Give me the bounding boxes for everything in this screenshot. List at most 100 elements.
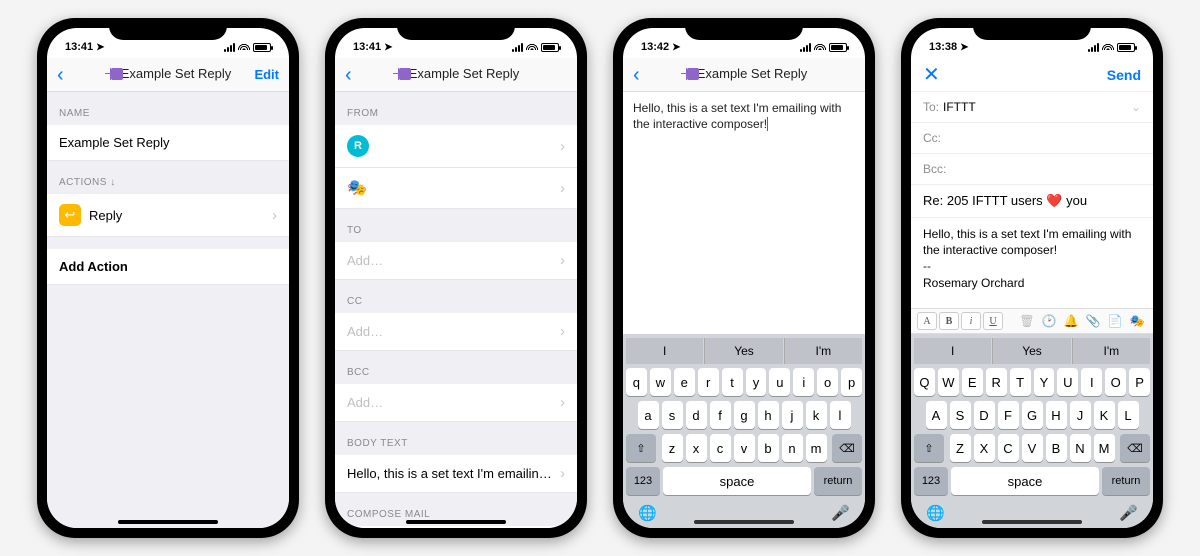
cc-field[interactable]: Cc: [911,123,1153,154]
from-account-cell[interactable]: R › [335,125,577,168]
key-o[interactable]: O [1105,368,1126,396]
key-g[interactable]: G [1022,401,1043,429]
to-cell[interactable]: Add… › [335,242,577,280]
add-action-cell[interactable]: Add Action [47,249,289,285]
key-k[interactable]: K [1094,401,1115,429]
home-indicator[interactable] [118,520,218,524]
shift-key[interactable]: ⇧ [914,434,944,462]
key-m[interactable]: M [1094,434,1115,462]
key-h[interactable]: h [758,401,779,429]
key-a[interactable]: A [926,401,947,429]
return-key[interactable]: return [1102,467,1150,495]
predict-2[interactable]: Yes [704,338,782,364]
key-l[interactable]: l [830,401,851,429]
template-icon[interactable]: 📄 [1105,312,1125,330]
key-q[interactable]: Q [914,368,935,396]
key-a[interactable]: a [638,401,659,429]
key-c[interactable]: c [710,434,731,462]
key-x[interactable]: X [974,434,995,462]
bold-button[interactable]: B [939,312,959,330]
clock-icon[interactable]: 🕑 [1039,312,1059,330]
globe-key[interactable]: 🌐 [926,504,945,522]
predict-2[interactable]: Yes [992,338,1070,364]
key-v[interactable]: v [734,434,755,462]
delete-key[interactable]: ⌫ [1120,434,1150,462]
signature-icon[interactable]: 🎭 [1127,312,1147,330]
name-cell[interactable] [47,125,289,161]
home-indicator[interactable] [406,520,506,524]
bcc-field[interactable]: Bcc: [911,154,1153,185]
key-i[interactable]: i [793,368,814,396]
key-t[interactable]: T [1010,368,1031,396]
key-d[interactable]: D [974,401,995,429]
shift-key[interactable]: ⇧ [626,434,656,462]
edit-button[interactable]: Edit [254,67,279,82]
key-u[interactable]: u [769,368,790,396]
from-alias-cell[interactable]: 🎭 › [335,168,577,209]
trash-icon[interactable]: 🗑 [1017,312,1037,330]
underline-button[interactable]: U [983,312,1003,330]
key-s[interactable]: S [950,401,971,429]
key-b[interactable]: b [758,434,779,462]
key-q[interactable]: q [626,368,647,396]
predict-3[interactable]: I'm [784,338,862,364]
key-k[interactable]: k [806,401,827,429]
compose-textarea[interactable]: Hello, this is a set text I'm emailing w… [623,92,865,334]
key-p[interactable]: p [841,368,862,396]
attach-icon[interactable]: 📎 [1083,312,1103,330]
body-text-cell[interactable]: Hello, this is a set text I'm emailing w… [335,455,577,493]
home-indicator[interactable] [982,520,1082,524]
key-u[interactable]: U [1057,368,1078,396]
mic-key[interactable]: 🎤 [831,504,850,522]
mail-body[interactable]: Hello, this is a set text I'm emailing w… [911,218,1153,308]
key-t[interactable]: t [722,368,743,396]
back-button[interactable]: ‹ [345,65,352,85]
bell-icon[interactable]: 🔔 [1061,312,1081,330]
key-w[interactable]: w [650,368,671,396]
return-key[interactable]: return [814,467,862,495]
key-j[interactable]: j [782,401,803,429]
key-x[interactable]: x [686,434,707,462]
mic-key[interactable]: 🎤 [1119,504,1138,522]
key-l[interactable]: L [1118,401,1139,429]
send-button[interactable]: Send [1107,67,1141,83]
key-r[interactable]: R [986,368,1007,396]
format-a-button[interactable]: A [917,312,937,330]
chevron-down-icon[interactable]: ⌄ [1131,100,1141,114]
key-e[interactable]: E [962,368,983,396]
key-z[interactable]: z [662,434,683,462]
to-field[interactable]: To: IFTTT ⌄ [911,92,1153,123]
close-button[interactable]: ✕ [923,62,940,87]
italic-button[interactable]: i [961,312,981,330]
key-n[interactable]: n [782,434,803,462]
action-reply-cell[interactable]: ↩ Reply › [47,194,289,237]
cc-cell[interactable]: Add… › [335,313,577,351]
delete-key[interactable]: ⌫ [832,434,862,462]
key-o[interactable]: o [817,368,838,396]
key-z[interactable]: Z [950,434,971,462]
predict-1[interactable]: I [626,338,703,364]
key-y[interactable]: Y [1034,368,1055,396]
key-f[interactable]: F [998,401,1019,429]
key-i[interactable]: I [1081,368,1102,396]
numbers-key[interactable]: 123 [626,467,660,495]
key-n[interactable]: N [1070,434,1091,462]
key-r[interactable]: r [698,368,719,396]
key-b[interactable]: B [1046,434,1067,462]
key-m[interactable]: m [806,434,827,462]
key-v[interactable]: V [1022,434,1043,462]
numbers-key[interactable]: 123 [914,467,948,495]
key-y[interactable]: y [746,368,767,396]
key-g[interactable]: g [734,401,755,429]
globe-key[interactable]: 🌐 [638,504,657,522]
home-indicator[interactable] [694,520,794,524]
key-w[interactable]: W [938,368,959,396]
bcc-cell[interactable]: Add… › [335,384,577,422]
back-button[interactable]: ‹ [633,65,640,85]
key-c[interactable]: C [998,434,1019,462]
back-button[interactable]: ‹ [57,65,64,85]
key-h[interactable]: H [1046,401,1067,429]
predict-3[interactable]: I'm [1072,338,1150,364]
key-s[interactable]: s [662,401,683,429]
space-key[interactable]: space [951,467,1099,495]
